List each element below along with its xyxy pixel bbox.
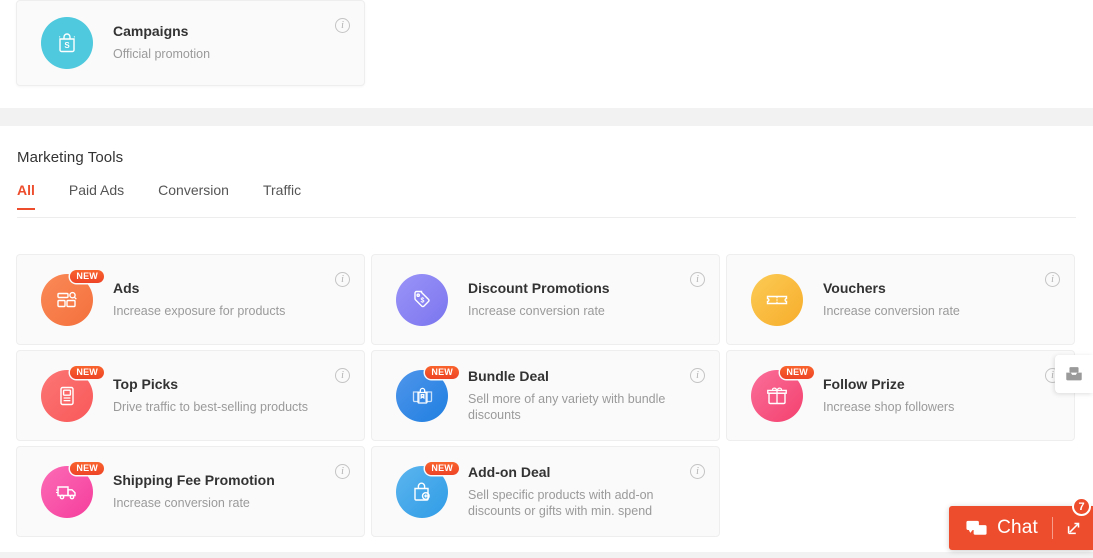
new-badge: NEW — [425, 365, 459, 380]
chat-bubble-icon — [966, 520, 987, 535]
marketing-tools-panel: Marketing Tools All Paid Ads Conversion … — [0, 126, 1093, 552]
tool-card-follow-prize[interactable]: NEW Follow Prize Increase shop followers… — [726, 350, 1075, 441]
new-badge: NEW — [70, 461, 104, 476]
price-tag-dollar-icon: $ — [396, 273, 448, 326]
tab-traffic[interactable]: Traffic — [263, 182, 301, 209]
chat-widget[interactable]: Chat 7 — [949, 497, 1093, 550]
info-icon[interactable]: i — [690, 368, 705, 383]
bundle-icon-wrap: NEW — [396, 365, 459, 422]
tool-card-vouchers[interactable]: Vouchers Increase conversion rate i — [726, 254, 1075, 345]
tool-card-top-picks[interactable]: NEW Top Picks Drive traffic to best-sell… — [16, 350, 365, 441]
follow-prize-text: Follow Prize Increase shop followers — [823, 376, 954, 416]
addon-icon-wrap: NEW — [396, 461, 459, 518]
discount-icon-wrap: $ — [396, 273, 448, 326]
top-picks-text: Top Picks Drive traffic to best-selling … — [113, 376, 308, 416]
tab-paid-ads[interactable]: Paid Ads — [69, 182, 124, 209]
bundle-text: Bundle Deal Sell more of any variety wit… — [468, 368, 673, 424]
chat-divider — [1052, 517, 1053, 539]
tool-title: Top Picks — [113, 375, 179, 392]
tool-title: Ads — [113, 279, 140, 296]
svg-text:$: $ — [421, 297, 425, 304]
tool-description: Increase conversion rate — [113, 495, 250, 510]
page-title: Marketing Tools — [17, 149, 124, 166]
campaigns-panel: S Campaigns Official promotion i — [0, 0, 1093, 108]
expand-arrow-icon[interactable] — [1065, 519, 1083, 537]
ads-icon-wrap: NEW — [41, 269, 104, 326]
follow-prize-icon-wrap: NEW — [751, 365, 814, 422]
tabs-bar: All Paid Ads Conversion Traffic — [17, 182, 1076, 218]
ads-text: Ads Increase exposure for products — [113, 280, 285, 320]
vouchers-icon-wrap — [751, 273, 803, 326]
tool-title: Shipping Fee Promotion — [113, 471, 275, 488]
info-icon[interactable]: i — [335, 272, 350, 287]
tool-title: Vouchers — [823, 279, 886, 296]
campaigns-text: Campaigns Official promotion — [113, 23, 210, 63]
new-badge: NEW — [780, 365, 814, 380]
tab-all[interactable]: All — [17, 182, 35, 210]
inbox-widget-button[interactable] — [1055, 355, 1093, 393]
marketing-tools-page: S Campaigns Official promotion i Marketi… — [0, 0, 1093, 558]
tool-description: Increase exposure for products — [113, 303, 286, 318]
tool-card-discount-promotions[interactable]: $ Discount Promotions Increase conversio… — [371, 254, 720, 345]
tool-title: Add-on Deal — [468, 463, 551, 480]
info-icon[interactable]: i — [690, 272, 705, 287]
shopping-bag-s-icon: S — [41, 17, 93, 69]
addon-text: Add-on Deal Sell specific products with … — [468, 464, 673, 520]
new-badge: NEW — [70, 365, 104, 380]
tool-description: Sell more of any variety with bundle dis… — [468, 391, 666, 423]
info-icon[interactable]: i — [690, 464, 705, 479]
shipping-icon-wrap: NEW — [41, 461, 104, 518]
shipping-text: Shipping Fee Promotion Increase conversi… — [113, 472, 275, 512]
tool-description: Increase conversion rate — [823, 303, 960, 318]
envelope-inbox-icon — [1066, 367, 1082, 381]
top-picks-icon-wrap: NEW — [41, 365, 104, 422]
tool-card-shipping-fee-promotion[interactable]: NEW Shipping Fee Promotion Increase conv… — [16, 446, 365, 537]
new-badge: NEW — [425, 461, 459, 476]
page-bottom-strip — [0, 552, 1093, 558]
vouchers-text: Vouchers Increase conversion rate — [823, 280, 960, 320]
panel-separator — [0, 108, 1093, 126]
tool-description: Drive traffic to best-selling products — [113, 399, 308, 414]
tool-card-add-on-deal[interactable]: NEW Add-on Deal Sell specific products w… — [371, 446, 720, 537]
info-icon[interactable]: i — [335, 368, 350, 383]
tool-card-ads[interactable]: NEW Ads Increase exposure for products i — [16, 254, 365, 345]
tool-description: Increase conversion rate — [468, 303, 605, 318]
tab-conversion[interactable]: Conversion — [158, 182, 229, 209]
info-icon[interactable]: i — [335, 464, 350, 479]
campaigns-title: Campaigns — [113, 23, 189, 40]
discount-text: Discount Promotions Increase conversion … — [468, 280, 610, 320]
tool-card-bundle-deal[interactable]: NEW Bundle Deal Sell more of any variety… — [371, 350, 720, 441]
campaigns-card[interactable]: S Campaigns Official promotion i — [16, 0, 365, 86]
info-icon[interactable]: i — [335, 18, 350, 33]
campaigns-icon-wrap: S — [41, 17, 93, 69]
tool-title: Discount Promotions — [468, 279, 610, 296]
new-badge: NEW — [70, 269, 104, 284]
tools-grid: NEW Ads Increase exposure for products i — [16, 254, 1075, 537]
chat-label: Chat — [997, 517, 1038, 538]
tool-description: Sell specific products with add-on disco… — [468, 487, 654, 519]
chat-unread-badge: 7 — [1072, 497, 1091, 516]
tool-title: Bundle Deal — [468, 367, 549, 384]
ticket-icon — [751, 273, 803, 326]
campaigns-description: Official promotion — [113, 47, 211, 62]
info-icon[interactable]: i — [1045, 272, 1060, 287]
svg-text:S: S — [64, 41, 70, 50]
tool-title: Follow Prize — [823, 375, 905, 392]
tool-description: Increase shop followers — [823, 399, 955, 414]
